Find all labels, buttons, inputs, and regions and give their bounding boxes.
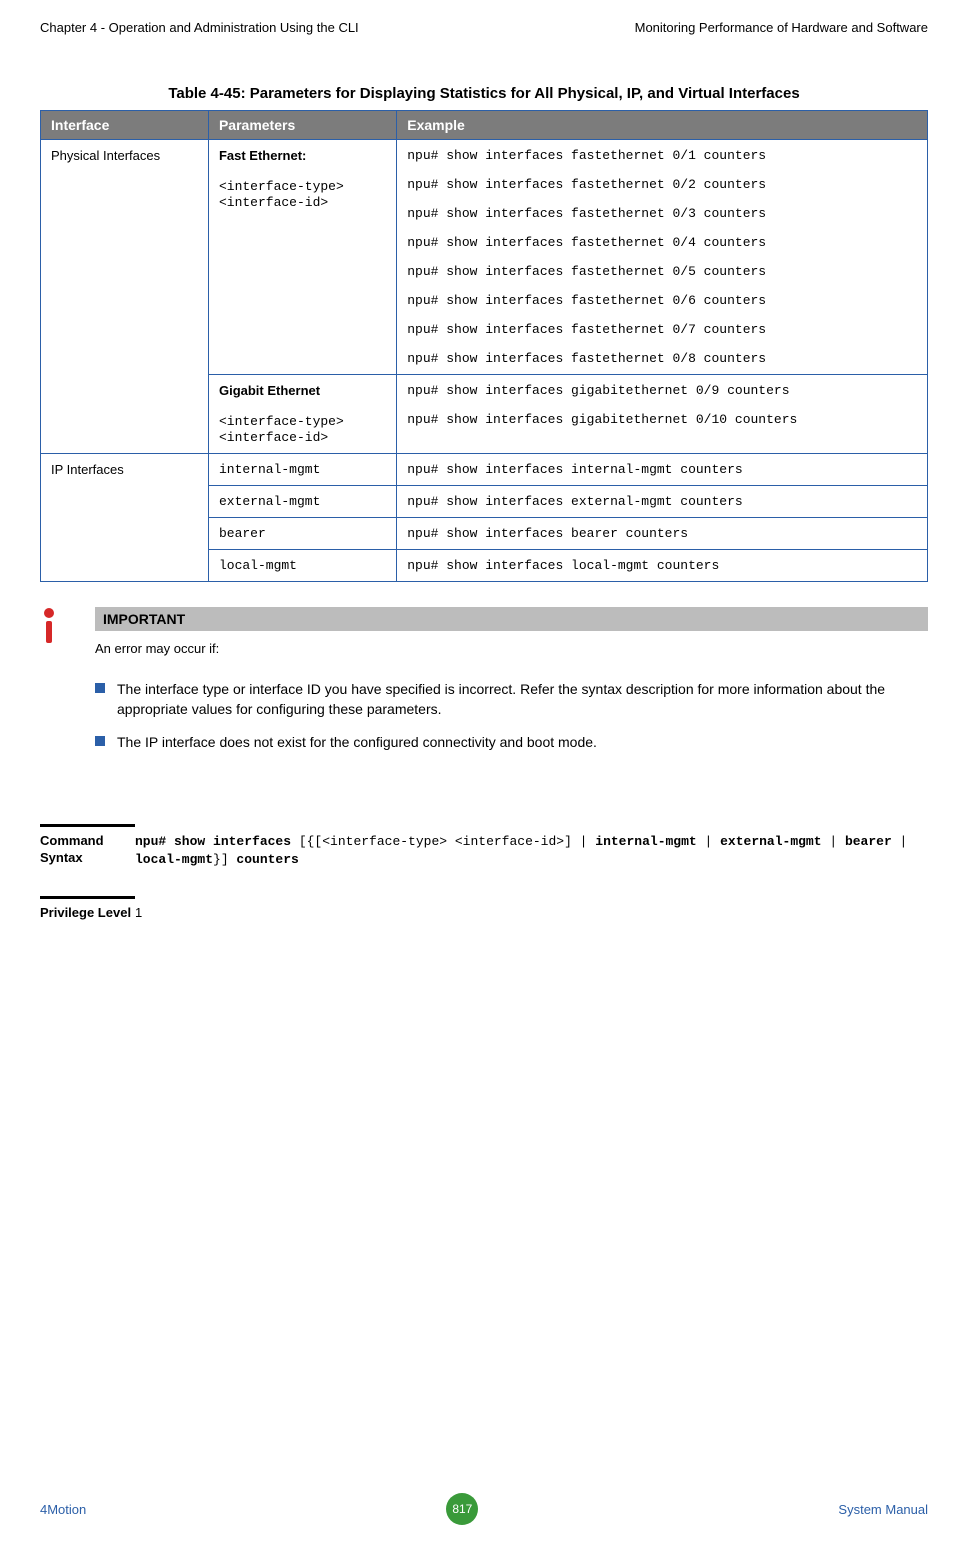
cell-ip-example: npu# show interfaces internal-mgmt count… [397, 454, 928, 486]
cell-ip-param: internal-mgmt [208, 454, 396, 486]
important-content: IMPORTANT An error may occur if: The int… [95, 607, 928, 767]
header-left: Chapter 4 - Operation and Administration… [40, 20, 359, 35]
th-example: Example [397, 111, 928, 140]
bullet-text: The IP interface does not exist for the … [117, 733, 597, 753]
fast-param2: <interface-id> [219, 195, 328, 210]
example-line: npu# show interfaces fastethernet 0/2 co… [407, 177, 917, 192]
example-line: npu# show interfaces fastethernet 0/4 co… [407, 235, 917, 250]
cell-ip-param: local-mgmt [208, 550, 396, 582]
cmd-part: | [697, 834, 720, 849]
gigabit-param2: <interface-id> [219, 430, 328, 445]
table-row: Physical Interfaces Fast Ethernet: <inte… [41, 140, 928, 375]
privilege-level-value: 1 [135, 905, 928, 922]
cell-fast-params: Fast Ethernet: <interface-type> <interfa… [208, 140, 396, 375]
bullet-icon [95, 736, 105, 746]
th-parameters: Parameters [208, 111, 396, 140]
example-line: npu# show interfaces fastethernet 0/6 co… [407, 293, 917, 308]
fast-param1: <interface-type> [219, 179, 344, 194]
cmd-part: }] [213, 852, 236, 867]
fast-title: Fast Ethernet: [219, 148, 306, 163]
cmd-part: npu# show interfaces [135, 834, 291, 849]
cell-ip-example: npu# show interfaces local-mgmt counters [397, 550, 928, 582]
command-syntax-content: npu# show interfaces [{[<interface-type>… [135, 833, 928, 869]
bullet-text: The interface type or interface ID you h… [117, 680, 928, 719]
privilege-level-label: Privilege Level [40, 905, 135, 922]
cell-physical-interface: Physical Interfaces [41, 140, 209, 454]
cmd-part: | [892, 834, 908, 849]
example-line: npu# show interfaces fastethernet 0/3 co… [407, 206, 917, 221]
cmd-part: bearer [845, 834, 892, 849]
cmd-part: [{[<interface-type> <interface-id>] | [291, 834, 595, 849]
command-syntax-row: Command Syntax npu# show interfaces [{[<… [40, 827, 928, 869]
cell-fast-examples: npu# show interfaces fastethernet 0/1 co… [397, 140, 928, 375]
important-icon [40, 607, 70, 650]
bullet-icon [95, 683, 105, 693]
gigabit-param1: <interface-type> [219, 414, 344, 429]
important-bullets: The interface type or interface ID you h… [95, 680, 928, 753]
cmd-part: external-mgmt [720, 834, 821, 849]
cmd-part: local-mgmt [135, 852, 213, 867]
important-section: IMPORTANT An error may occur if: The int… [40, 607, 928, 767]
example-line: npu# show interfaces fastethernet 0/7 co… [407, 322, 917, 337]
cell-ip-param: external-mgmt [208, 486, 396, 518]
table-title: Table 4-45: Parameters for Displaying St… [40, 85, 928, 102]
cmd-part: | [822, 834, 845, 849]
page-number-badge: 817 [446, 1493, 478, 1525]
th-interface: Interface [41, 111, 209, 140]
privilege-level-row: Privilege Level 1 [40, 899, 928, 922]
cmd-part: internal-mgmt [595, 834, 696, 849]
gigabit-title: Gigabit Ethernet [219, 383, 320, 398]
footer-left: 4Motion [40, 1502, 86, 1517]
parameters-table: Interface Parameters Example Physical In… [40, 110, 928, 582]
list-item: The IP interface does not exist for the … [95, 733, 928, 753]
page-header: Chapter 4 - Operation and Administration… [40, 20, 928, 35]
list-item: The interface type or interface ID you h… [95, 680, 928, 719]
cell-gigabit-params: Gigabit Ethernet <interface-type> <inter… [208, 375, 396, 454]
example-line: npu# show interfaces gigabitethernet 0/9… [407, 383, 917, 398]
cell-ip-example: npu# show interfaces external-mgmt count… [397, 486, 928, 518]
example-line: npu# show interfaces fastethernet 0/1 co… [407, 148, 917, 163]
important-intro: An error may occur if: [95, 631, 928, 666]
example-line: npu# show interfaces fastethernet 0/5 co… [407, 264, 917, 279]
table-row: IP Interfaces internal-mgmt npu# show in… [41, 454, 928, 486]
cell-ip-param: bearer [208, 518, 396, 550]
header-right: Monitoring Performance of Hardware and S… [635, 20, 928, 35]
important-header: IMPORTANT [95, 607, 928, 631]
cmd-part: counters [236, 852, 298, 867]
cell-ip-example: npu# show interfaces bearer counters [397, 518, 928, 550]
command-syntax-label: Command Syntax [40, 833, 135, 869]
example-line: npu# show interfaces gigabitethernet 0/1… [407, 412, 917, 427]
page-footer: 4Motion 817 System Manual [40, 1493, 928, 1525]
example-line: npu# show interfaces fastethernet 0/8 co… [407, 351, 917, 366]
cell-ip-interface: IP Interfaces [41, 454, 209, 582]
footer-right: System Manual [838, 1502, 928, 1517]
cell-gigabit-examples: npu# show interfaces gigabitethernet 0/9… [397, 375, 928, 454]
